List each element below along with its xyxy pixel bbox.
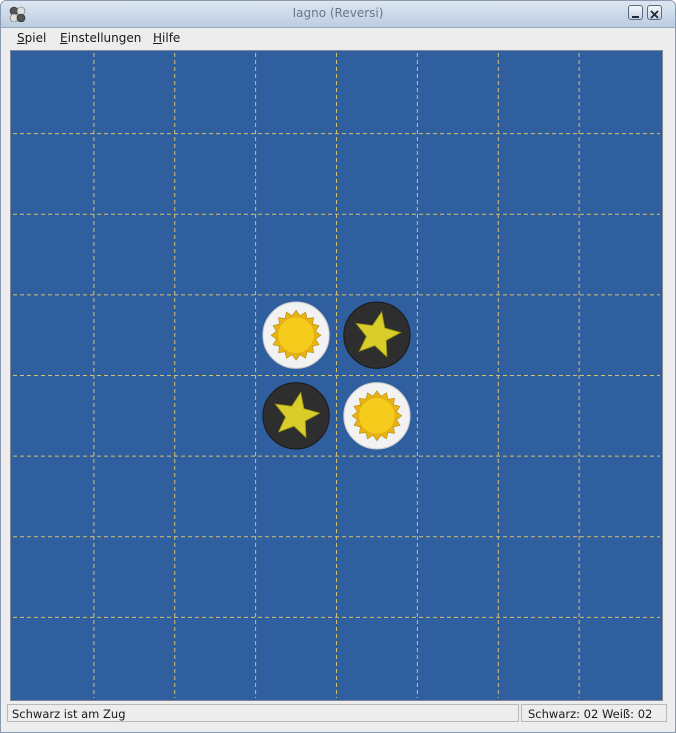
board-square[interactable] [256,456,337,537]
board-square[interactable] [94,134,175,215]
sun-icon [270,309,322,361]
board-square[interactable] [175,295,256,376]
menu-hilfe-label: ilfe [162,31,181,45]
game-board-frame [10,50,663,701]
board-square[interactable] [579,376,660,457]
board-square[interactable] [498,295,579,376]
board-square[interactable] [13,53,94,134]
board-square[interactable] [13,537,94,618]
board-square[interactable] [579,295,660,376]
board-square[interactable] [94,456,175,537]
board-square[interactable] [13,376,94,457]
board-square[interactable] [337,53,418,134]
board-square[interactable] [498,214,579,295]
sun-icon [351,390,403,442]
board-square[interactable] [498,134,579,215]
board-square[interactable] [498,376,579,457]
board-square[interactable] [175,537,256,618]
board-square[interactable] [13,456,94,537]
board-square[interactable] [13,214,94,295]
board-square[interactable] [579,456,660,537]
board-square[interactable] [417,456,498,537]
board-square[interactable] [498,537,579,618]
window-title: Iagno (Reversi) [292,6,384,20]
board-square[interactable] [417,214,498,295]
board-square[interactable] [13,295,94,376]
board-square[interactable] [498,617,579,698]
black-piece[interactable] [343,301,411,369]
board-square[interactable] [256,214,337,295]
board-square[interactable] [175,53,256,134]
board-square[interactable] [579,537,660,618]
board-square[interactable] [417,295,498,376]
board-square[interactable] [175,456,256,537]
status-bar: Schwarz ist am Zug Schwarz: 02 Weiß: 02 [1,702,675,726]
menu-einstellungen[interactable]: Einstellungen [60,31,141,45]
minimize-icon [632,16,639,18]
menu-hilfe[interactable]: Hilfe [153,31,180,45]
board-square[interactable] [498,456,579,537]
white-piece[interactable] [343,382,411,450]
board-square[interactable] [579,617,660,698]
score-display: Schwarz: 02 Weiß: 02 [521,704,667,722]
board-square[interactable] [417,537,498,618]
menu-hilfe-mnemonic: H [153,31,163,45]
status-message: Schwarz ist am Zug [7,704,519,722]
menu-einstellungen-label: instellungen [67,31,142,45]
close-icon [650,10,659,19]
board-square[interactable] [579,134,660,215]
board-square[interactable] [337,214,418,295]
board-square[interactable] [417,617,498,698]
white-piece[interactable] [262,301,330,369]
board-square[interactable] [94,617,175,698]
board-square[interactable] [175,134,256,215]
board-square[interactable] [579,53,660,134]
app-window: Iagno (Reversi) Spiel Einstellungen Hilf… [0,0,676,733]
board-square[interactable] [417,134,498,215]
board-square[interactable] [94,537,175,618]
board-square[interactable] [417,53,498,134]
board-square[interactable] [13,134,94,215]
black-piece[interactable] [262,382,330,450]
board-square[interactable] [94,295,175,376]
menu-spiel-mnemonic: S [17,31,25,45]
board-square[interactable] [417,376,498,457]
board-square[interactable] [94,376,175,457]
board-square[interactable] [256,134,337,215]
board-square[interactable] [256,617,337,698]
board-square[interactable] [13,617,94,698]
game-board[interactable] [13,53,660,698]
minimize-button[interactable] [628,5,643,20]
menu-bar: Spiel Einstellungen Hilfe [1,28,675,48]
board-square[interactable] [175,214,256,295]
board-square[interactable] [498,53,579,134]
board-square[interactable] [579,214,660,295]
board-square[interactable] [175,376,256,457]
menu-einstellungen-mnemonic: E [60,31,68,45]
score-black-label: Schwarz: [528,707,581,721]
board-square[interactable] [256,537,337,618]
board-square[interactable] [337,617,418,698]
board-square[interactable] [337,456,418,537]
score-white: 02 [637,707,653,721]
board-square[interactable] [175,617,256,698]
menu-spiel[interactable]: Spiel [17,31,46,45]
menu-spiel-label: piel [24,31,47,45]
score-black: 02 [583,707,599,721]
close-button[interactable] [647,5,662,20]
board-square[interactable] [337,134,418,215]
board-square[interactable] [337,537,418,618]
board-square[interactable] [256,53,337,134]
score-white-label: Weiß: [601,707,635,721]
title-bar[interactable]: Iagno (Reversi) [1,1,675,28]
board-square[interactable] [94,53,175,134]
board-square[interactable] [94,214,175,295]
